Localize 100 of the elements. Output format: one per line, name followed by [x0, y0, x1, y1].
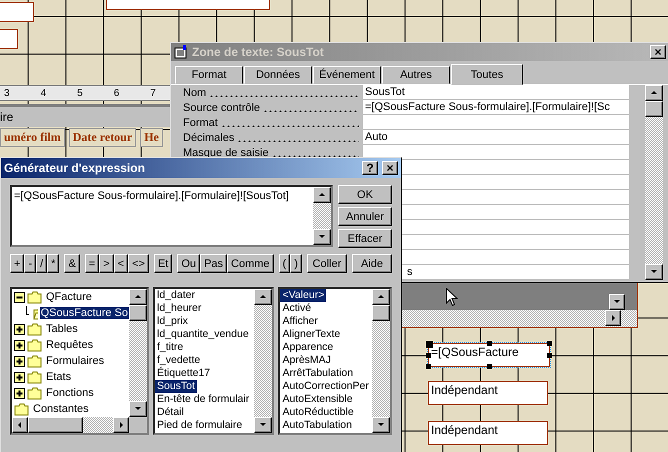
list-item[interactable]: AprèsMAJ [280, 354, 333, 367]
operator-button[interactable]: Ou [177, 254, 200, 273]
scrollbar[interactable] [313, 187, 331, 245]
property-value[interactable]: Auto [365, 131, 388, 143]
list-item[interactable]: ld_heurer [155, 302, 204, 315]
list-item[interactable]: Pied de formulaire [155, 419, 244, 432]
text-box [0, 29, 18, 49]
expand-icon[interactable] [14, 388, 25, 398]
tab[interactable]: Autres [382, 66, 450, 84]
text-box[interactable]: =[QSousFacture [428, 343, 550, 367]
folder-icon [27, 290, 43, 304]
tree-item[interactable]: Etats [45, 371, 72, 383]
property-value[interactable]: =[QSousFacture Sous-formulaire].[Formulaire]![Sc [365, 101, 610, 113]
text-box[interactable]: Indépendant [428, 381, 548, 405]
scrollbar[interactable] [254, 289, 272, 433]
close-button[interactable]: × [382, 161, 398, 175]
dialog-button[interactable]: Effacer [338, 229, 392, 248]
list-item[interactable]: Apparence [280, 341, 336, 354]
scrollbar-corner [129, 417, 147, 433]
scroll-thumb[interactable] [28, 417, 83, 433]
column-label: uméro film [0, 128, 65, 147]
tab[interactable]: Toutes [451, 64, 523, 85]
list-item[interactable]: AutoExtensible [280, 393, 355, 406]
expand-icon[interactable] [14, 372, 25, 382]
list-item[interactable]: AutoTabulation [280, 419, 354, 432]
scrollbar[interactable] [372, 289, 390, 433]
tab[interactable]: Événement [313, 66, 381, 84]
window-title: Zone de texte: SousTot [192, 45, 324, 59]
list-item[interactable]: Étiquette17 [155, 367, 212, 380]
action-button[interactable]: Coller [306, 254, 347, 273]
scroll-thumb[interactable] [645, 101, 663, 117]
list-item[interactable]: AutoRéductible [280, 406, 356, 419]
folder-icon [27, 338, 43, 352]
column-label: Date retour [68, 128, 136, 147]
operator-button[interactable]: & [64, 254, 80, 273]
subform-control[interactable] [400, 283, 638, 328]
operator-button[interactable]: ( [278, 254, 290, 273]
operator-button[interactable]: Comme [227, 254, 274, 273]
scroll-thumb[interactable] [372, 305, 390, 321]
list-item[interactable]: Détail [155, 406, 186, 419]
list-item[interactable]: AutoCorrectionPer [280, 380, 371, 393]
operator-button[interactable]: Et [154, 254, 172, 273]
list-item[interactable]: Activé [280, 302, 314, 315]
list-item[interactable]: f_vedette [155, 354, 202, 367]
tree-item[interactable]: QSousFacture So [40, 307, 129, 319]
tree-item[interactable]: Requêtes [45, 339, 94, 351]
tree-item[interactable]: QFacture [45, 291, 93, 303]
ruler-number: 6 [114, 88, 120, 98]
property-value[interactable]: SousTot [365, 86, 405, 98]
operator-button[interactable]: ) [290, 254, 302, 273]
operator-button[interactable]: = [84, 254, 100, 273]
expand-icon[interactable] [14, 340, 25, 350]
scrollbar[interactable] [12, 417, 147, 433]
expand-icon[interactable] [14, 324, 25, 334]
expand-icon[interactable] [14, 356, 25, 366]
tree-item[interactable]: Constantes [32, 403, 90, 415]
column-label: He [140, 128, 163, 147]
list-item[interactable]: <Valeur> [280, 289, 326, 302]
tab[interactable]: Données [244, 66, 312, 84]
list-item[interactable]: ld_quantite_vendue [155, 328, 251, 341]
scrollbar[interactable] [645, 85, 663, 280]
dialog-button[interactable]: Annuler [338, 207, 392, 226]
tab[interactable]: Format [175, 66, 243, 84]
operator-button[interactable]: < [114, 254, 128, 273]
list-item[interactable]: SousTot [155, 380, 197, 393]
action-button[interactable]: Aide [352, 254, 392, 273]
scrollbar[interactable] [129, 289, 147, 417]
tree-item[interactable]: Fonctions [45, 387, 95, 399]
folder-icon [14, 402, 30, 416]
tree-item[interactable]: Formulaires [45, 355, 106, 367]
list-item[interactable]: ld_prix [155, 315, 190, 328]
operator-button[interactable]: / [36, 254, 48, 273]
tree-item[interactable]: Tables [45, 323, 79, 335]
operator-button[interactable]: > [99, 254, 114, 273]
list-item[interactable]: ArrêtTabulation [280, 367, 356, 380]
folder-icon [27, 322, 43, 336]
scroll-thumb[interactable] [129, 305, 147, 321]
expression-field[interactable]: =[QSousFacture Sous-formulaire].[Formulaire]![SousTot] [10, 185, 333, 247]
scroll-right-button[interactable] [605, 310, 621, 326]
text-box [0, 2, 34, 22]
list-item[interactable]: f_titre [155, 341, 186, 354]
list-item[interactable]: En-tête de formulair [155, 393, 252, 406]
folder-icon [27, 386, 43, 400]
operator-button[interactable]: <> [128, 254, 149, 273]
close-button[interactable]: × [650, 45, 666, 59]
list-item[interactable]: AlignerTexte [280, 328, 342, 341]
operator-button[interactable]: Pas [200, 254, 228, 273]
dropdown-button[interactable] [609, 294, 625, 310]
list-item[interactable]: ld_dater [155, 289, 197, 302]
operator-button[interactable]: - [24, 254, 36, 273]
folder-icon [27, 370, 43, 384]
dialog-button[interactable]: OK [338, 185, 392, 204]
operator-button[interactable]: * [47, 254, 60, 273]
property-value[interactable]: s [407, 266, 412, 278]
text-box[interactable]: Indépendant [428, 421, 548, 445]
operator-button[interactable]: + [10, 254, 24, 273]
collapse-icon[interactable] [14, 292, 25, 302]
help-button[interactable]: ? [362, 161, 378, 175]
folder-icon [27, 354, 43, 368]
list-item[interactable]: Afficher [280, 315, 320, 328]
